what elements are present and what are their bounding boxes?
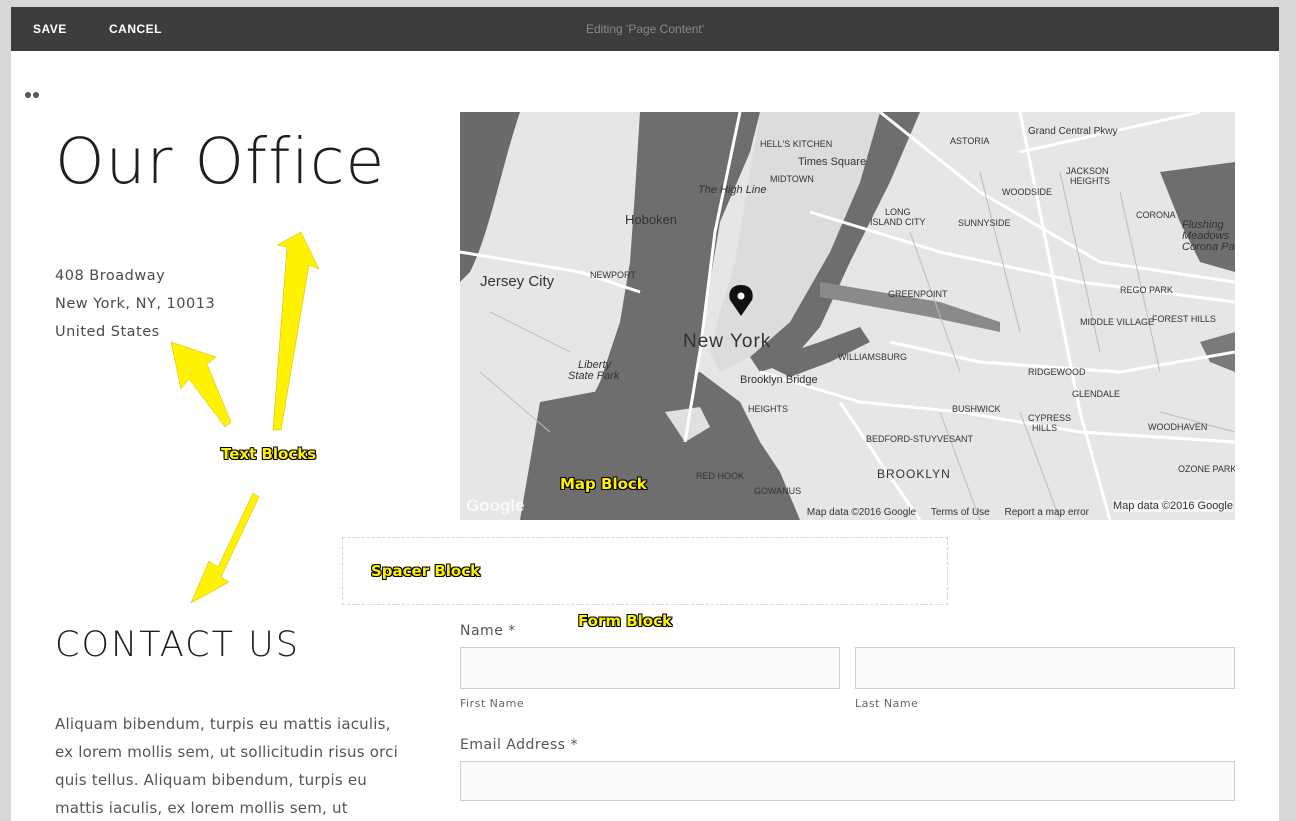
svg-text:HELL'S KITCHEN: HELL'S KITCHEN	[760, 139, 832, 149]
svg-text:FOREST HILLS: FOREST HILLS	[1152, 314, 1216, 324]
google-logo: Google	[466, 496, 525, 515]
svg-text:GLENDALE: GLENDALE	[1072, 389, 1120, 399]
body-line: quis tellus. Aliquam bibendum, turpis eu	[55, 771, 367, 789]
svg-text:WILLIAMSBURG: WILLIAMSBURG	[838, 352, 907, 362]
arrow-down-left-icon	[190, 492, 260, 604]
contact-body-text-block[interactable]: Aliquam bibendum, turpis eu mattis iacul…	[55, 710, 427, 821]
svg-text:The High Line: The High Line	[698, 184, 767, 196]
svg-text:SUNNYSIDE: SUNNYSIDE	[958, 218, 1011, 228]
svg-text:HEIGHTS: HEIGHTS	[1070, 176, 1110, 186]
svg-text:Jersey City: Jersey City	[480, 273, 555, 290]
svg-text:CYPRESS: CYPRESS	[1028, 413, 1071, 423]
map-block[interactable]: New York Jersey City Hoboken BROOKLYN Br…	[460, 112, 1235, 520]
svg-text:HEIGHTS: HEIGHTS	[748, 404, 788, 414]
svg-text:NEWPORT: NEWPORT	[590, 270, 636, 280]
svg-text:HILLS: HILLS	[1032, 423, 1057, 433]
svg-text:LONG: LONG	[885, 207, 911, 217]
body-line: Aliquam bibendum, turpis eu mattis iacul…	[55, 715, 391, 733]
first-name-input[interactable]	[460, 647, 840, 689]
svg-text:Grand Central Pkwy: Grand Central Pkwy	[1028, 126, 1117, 137]
svg-text:Times Square: Times Square	[798, 156, 866, 168]
map-block-annotation: Map Block	[560, 475, 647, 493]
svg-text:New York: New York	[683, 331, 771, 352]
address-text-block[interactable]: 408 Broadway New York, NY, 10013 United …	[55, 262, 215, 346]
editor-toolbar: SAVE CANCEL Editing 'Page Content'	[11, 7, 1279, 51]
svg-text:GREENPOINT: GREENPOINT	[888, 289, 948, 299]
svg-text:ASTORIA: ASTORIA	[950, 136, 989, 146]
email-field-label: Email Address *	[460, 737, 578, 753]
map-terms-link[interactable]: Terms of Use	[931, 507, 990, 518]
svg-text:JACKSON: JACKSON	[1066, 166, 1109, 176]
editing-title: Editing 'Page Content'	[586, 22, 704, 36]
svg-text:BEDFORD-STUYVESANT: BEDFORD-STUYVESANT	[866, 434, 974, 444]
office-title[interactable]: Our Office	[55, 125, 385, 198]
body-line: mattis iaculis, ex lorem mollis sem, ut	[55, 799, 348, 817]
contact-title[interactable]: CONTACT US	[55, 625, 300, 665]
svg-text:Hoboken: Hoboken	[625, 212, 677, 227]
svg-text:RED HOOK: RED HOOK	[696, 471, 744, 481]
svg-text:MIDDLE VILLAGE: MIDDLE VILLAGE	[1080, 317, 1154, 327]
svg-text:REGO PARK: REGO PARK	[1120, 285, 1173, 295]
svg-text:BUSHWICK: BUSHWICK	[952, 404, 1001, 414]
svg-text:MIDTOWN: MIDTOWN	[770, 174, 814, 184]
last-name-input[interactable]	[855, 647, 1235, 689]
svg-text:OZONE PARK: OZONE PARK	[1178, 464, 1235, 474]
first-name-label: First Name	[460, 697, 525, 710]
svg-text:GOWANUS: GOWANUS	[754, 486, 801, 496]
svg-text:State Park: State Park	[568, 370, 620, 382]
email-input[interactable]	[460, 761, 1235, 801]
spacer-block-annotation: Spacer Block	[371, 562, 481, 580]
arrow-up-icon	[272, 231, 320, 431]
address-line: 408 Broadway	[55, 268, 166, 284]
svg-text:BROOKLYN: BROOKLYN	[877, 467, 951, 481]
svg-text:WOODHAVEN: WOODHAVEN	[1148, 422, 1207, 432]
map-report-link[interactable]: Report a map error	[1005, 507, 1089, 518]
map-attribution-overlay: Map data ©2016 Google	[1112, 500, 1233, 512]
svg-text:ISLAND CITY: ISLAND CITY	[870, 217, 926, 227]
address-line: New York, NY, 10013	[55, 296, 216, 312]
name-field-label: Name *	[460, 623, 516, 639]
svg-text:CORONA: CORONA	[1136, 210, 1176, 220]
map-canvas: New York Jersey City Hoboken BROOKLYN Br…	[460, 112, 1235, 520]
body-line: ex lorem mollis sem, ut sollicitudin ris…	[55, 743, 398, 761]
page-editor-frame: SAVE CANCEL Editing 'Page Content' Our O…	[11, 7, 1279, 821]
text-blocks-annotation: Text Blocks	[221, 445, 317, 463]
svg-text:RIDGEWOOD: RIDGEWOOD	[1028, 367, 1086, 377]
form-block-annotation: Form Block	[578, 612, 672, 630]
map-footer: Map data ©2016 Google Terms of Use Repor…	[795, 507, 1089, 518]
last-name-label: Last Name	[855, 697, 919, 710]
svg-text:WOODSIDE: WOODSIDE	[1002, 187, 1052, 197]
svg-text:Brooklyn Bridge: Brooklyn Bridge	[740, 374, 818, 386]
svg-text:Corona Par: Corona Par	[1182, 241, 1235, 253]
arrow-up-left-icon	[170, 341, 232, 428]
drag-handle-icon[interactable]	[25, 91, 43, 99]
address-line: United States	[55, 324, 160, 340]
map-attribution: Map data ©2016 Google	[806, 507, 917, 518]
